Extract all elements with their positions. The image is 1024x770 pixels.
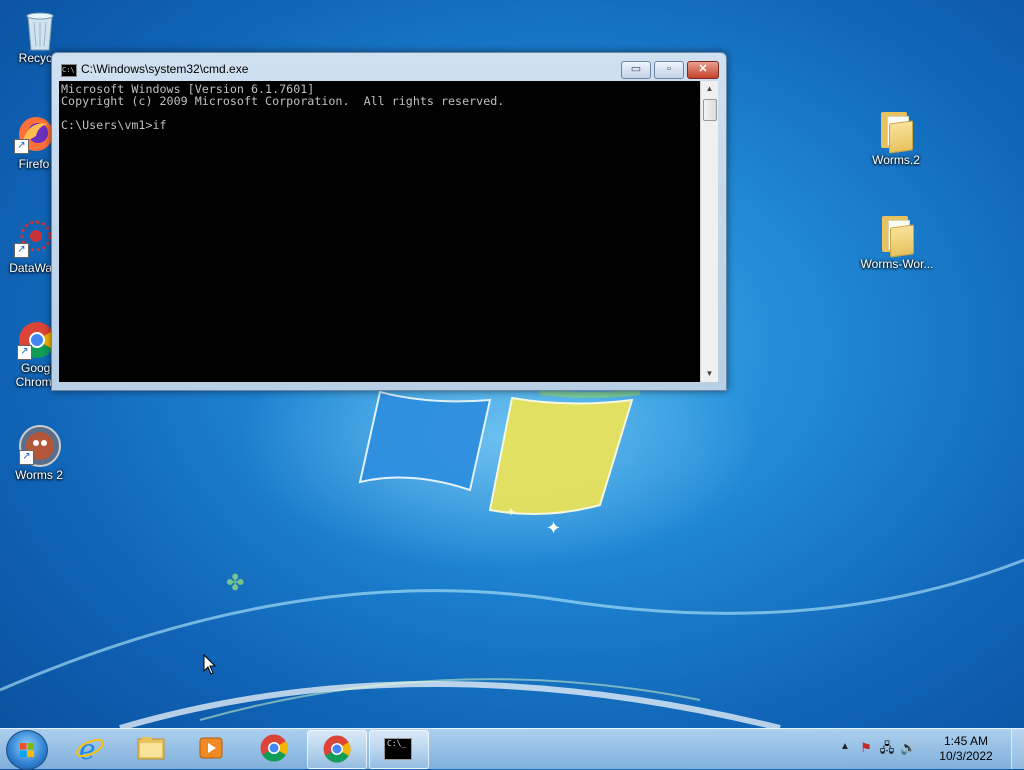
svg-text:✦: ✦ xyxy=(506,505,516,519)
scroll-thumb[interactable] xyxy=(703,99,717,121)
taskbar-internet-explorer[interactable]: e xyxy=(61,730,119,767)
desktop-icon-label: Worms-Wor... xyxy=(860,257,934,271)
recycle-bin-icon xyxy=(20,8,60,51)
taskbar-chrome-pinned[interactable] xyxy=(245,730,303,767)
cmd-icon: C:\_ xyxy=(384,738,412,760)
shortcut-arrow-icon: ↗ xyxy=(14,243,29,258)
media-player-icon xyxy=(199,737,223,759)
start-button[interactable] xyxy=(6,730,48,770)
system-tray: ▲ ⚑ 🖧 🔊 1:45 AM 10/3/2022 xyxy=(834,729,1024,769)
chrome-icon xyxy=(323,735,351,763)
desktop-icon-label: Worms 2 xyxy=(15,468,63,482)
mouse-cursor-icon xyxy=(203,654,217,675)
close-button[interactable]: ✕ xyxy=(687,61,719,79)
folder-icon xyxy=(880,214,914,258)
show-hidden-icons-chevron-icon[interactable]: ▲ xyxy=(840,741,850,752)
datawag-icon: ↗ xyxy=(14,218,54,258)
taskbar-cmd-running[interactable]: C:\_ xyxy=(369,730,429,769)
windows-flag-icon xyxy=(20,743,34,757)
folder-icon xyxy=(879,110,913,154)
cmd-icon: C:\ xyxy=(61,64,77,77)
action-center-flag-icon[interactable]: ⚑ xyxy=(858,740,874,756)
chrome-icon xyxy=(260,734,288,762)
scroll-down-arrow-icon[interactable]: ▼ xyxy=(701,366,718,382)
shortcut-arrow-icon: ↗ xyxy=(19,450,34,465)
svg-text:✤: ✤ xyxy=(226,571,244,596)
desktop-icon-label: Firefo xyxy=(18,157,50,171)
clock-time: 1:45 AM xyxy=(943,734,989,748)
console-area[interactable]: Microsoft Windows [Version 6.1.7601] Cop… xyxy=(59,81,700,382)
svg-text:✦: ✦ xyxy=(546,518,561,539)
taskbar-file-explorer[interactable] xyxy=(122,730,180,767)
shortcut-arrow-icon: ↗ xyxy=(17,345,32,360)
desktop-icon-worms-2-folder[interactable]: Worms.2 xyxy=(858,110,934,167)
shortcut-arrow-icon: ↗ xyxy=(14,139,29,154)
taskbar: e C:\_ ▲ ⚑ 🖧 🔊 1:45 AM 10/3/2022 xyxy=(0,728,1024,770)
folder-icon xyxy=(137,737,165,760)
vertical-scrollbar[interactable]: ▲ ▼ xyxy=(700,81,718,382)
worms-icon: ↗ xyxy=(19,425,61,467)
minimize-button[interactable]: ▭ xyxy=(621,61,651,79)
network-icon[interactable]: 🖧 xyxy=(879,740,895,756)
taskbar-media-player[interactable] xyxy=(183,730,241,767)
window-titlebar[interactable]: C:\ C:\Windows\system32\cmd.exe ▭ ▫ ✕ xyxy=(52,53,726,81)
windows-logo-yellow xyxy=(488,396,634,515)
window-title: C:\Windows\system32\cmd.exe xyxy=(81,62,249,76)
windows-logo-blue xyxy=(358,390,492,492)
console-text: Microsoft Windows [Version 6.1.7601] Cop… xyxy=(61,82,505,132)
clock[interactable]: 1:45 AM 10/3/2022 xyxy=(931,734,1001,764)
firefox-icon: ↗ xyxy=(14,114,54,154)
svg-text:e: e xyxy=(79,733,96,763)
desktop-icon-worms2[interactable]: ↗ Worms 2 xyxy=(1,425,77,482)
clock-date: 10/3/2022 xyxy=(939,749,993,763)
maximize-button[interactable]: ▫ xyxy=(654,61,684,79)
desktop-icon-label: Worms.2 xyxy=(872,153,920,167)
scroll-up-arrow-icon[interactable]: ▲ xyxy=(701,81,718,97)
show-desktop-button[interactable] xyxy=(1011,729,1024,769)
taskbar-chrome-running[interactable] xyxy=(307,730,367,769)
desktop-icon-worms-wor-folder[interactable]: Worms-Wor... xyxy=(856,214,938,271)
volume-icon[interactable]: 🔊 xyxy=(900,740,916,756)
ie-icon: e xyxy=(76,733,104,763)
cmd-window[interactable]: C:\ C:\Windows\system32\cmd.exe ▭ ▫ ✕ Mi… xyxy=(51,52,727,391)
